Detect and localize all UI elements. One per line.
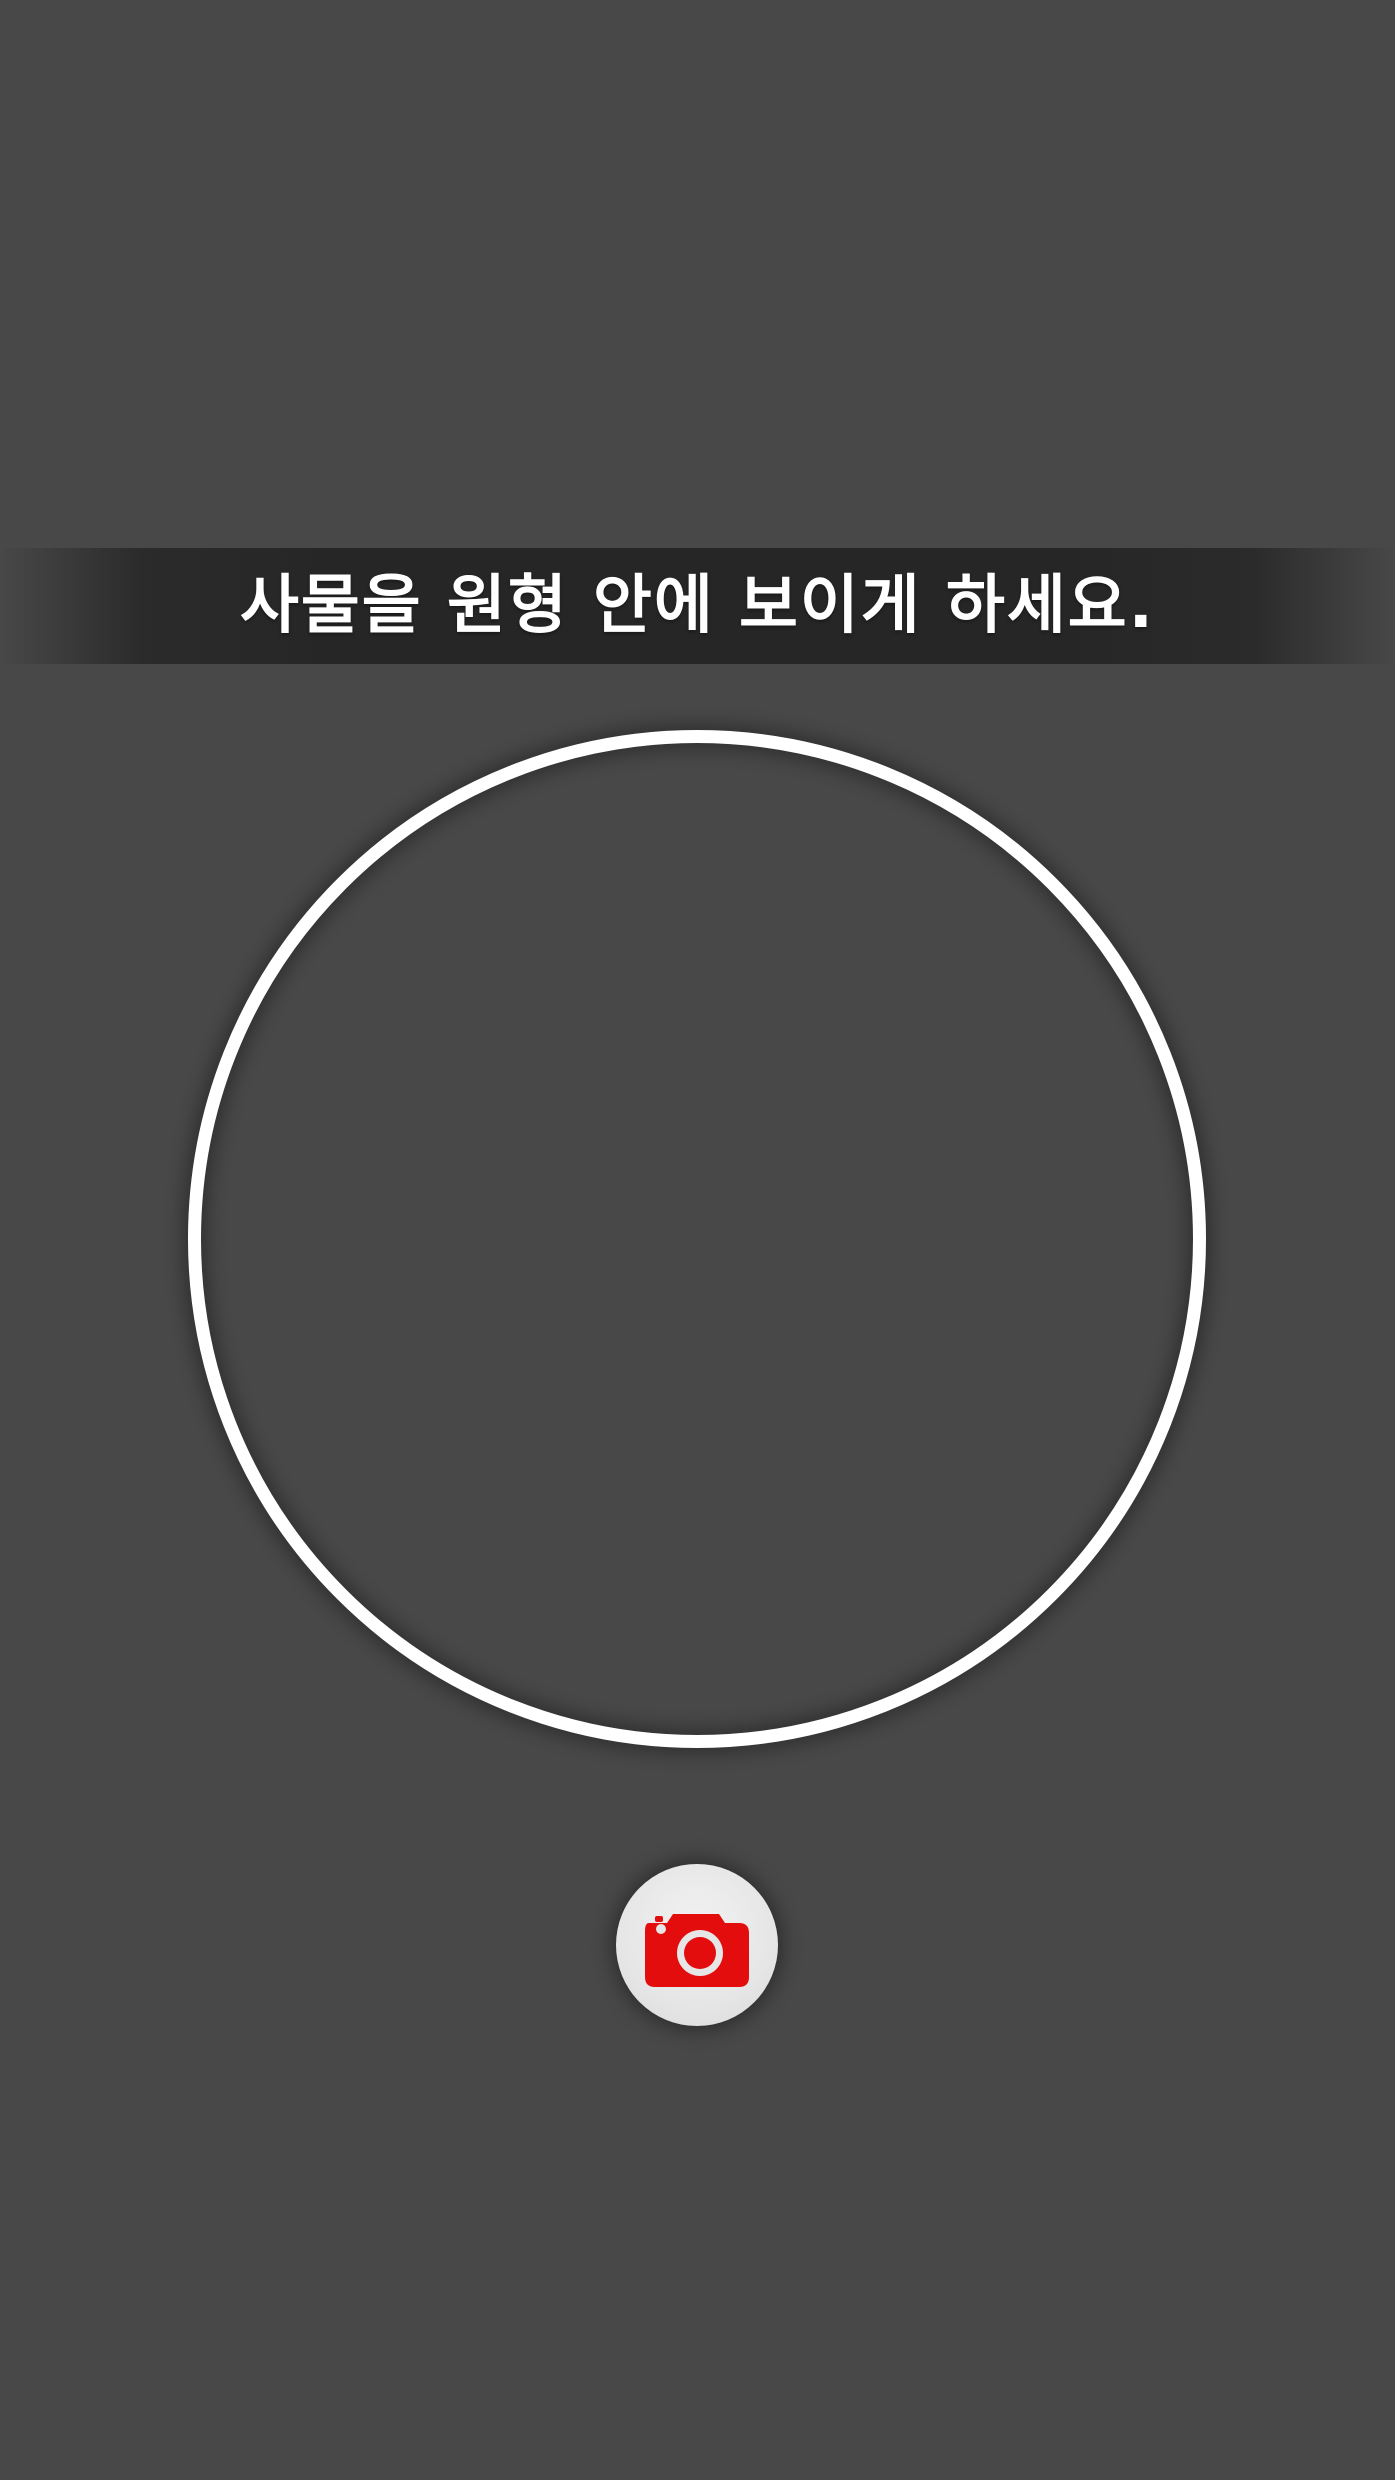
capture-button[interactable] bbox=[616, 1864, 778, 2026]
camera-screen: 사물을 원형 안에 보이게 하세요. bbox=[0, 0, 1395, 2480]
viewfinder-circle bbox=[188, 730, 1206, 1748]
instruction-text: 사물을 원형 안에 보이게 하세요. bbox=[240, 569, 1155, 643]
instruction-banner: 사물을 원형 안에 보이게 하세요. bbox=[0, 548, 1395, 664]
camera-icon bbox=[645, 1914, 749, 1987]
